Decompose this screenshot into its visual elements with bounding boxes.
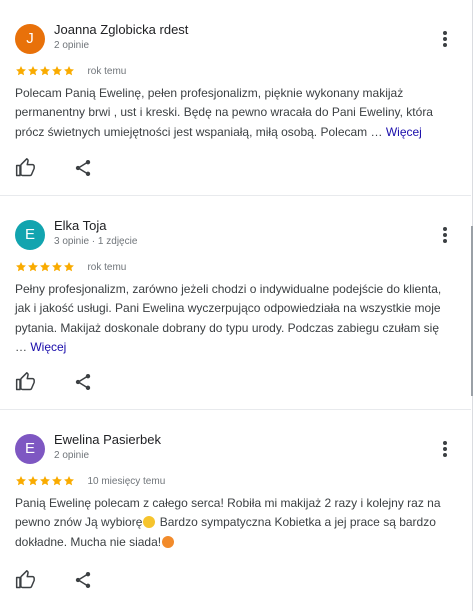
avatar[interactable]: J: [15, 24, 45, 54]
star-icon: [40, 65, 50, 76]
review-date: rok temu: [87, 65, 127, 77]
star-icon: [52, 261, 62, 272]
star-rating: [15, 62, 75, 80]
review-body: Pełny profesjonalizm, zarówno jeżeli cho…: [15, 282, 442, 354]
review-date: rok temu: [87, 261, 127, 273]
thumbs-up-icon[interactable]: [15, 570, 35, 590]
smiling-face-emoji: [143, 516, 156, 529]
star-icon: [64, 261, 74, 272]
review-card: J Joanna Zglobicka rdest 2 opinie rok te…: [0, 0, 471, 196]
reviewer-name[interactable]: Elka Toja: [54, 218, 107, 233]
star-icon: [40, 261, 50, 272]
more-vertical-icon[interactable]: [438, 30, 452, 48]
reviewer-meta: 2 opinie: [54, 40, 90, 51]
share-icon[interactable]: [73, 570, 93, 590]
reviewer-meta: 2 opinie: [54, 450, 90, 461]
avatar[interactable]: E: [15, 220, 45, 250]
more-link[interactable]: Więcej: [30, 340, 66, 354]
reviewer-name[interactable]: Joanna Zglobicka rdest: [54, 22, 188, 37]
rating-row: rok temu: [15, 62, 127, 77]
more-link[interactable]: Więcej: [386, 125, 422, 139]
reviews-panel: J Joanna Zglobicka rdest 2 opinie rok te…: [0, 0, 473, 611]
star-icon: [40, 475, 50, 486]
more-vertical-icon[interactable]: [438, 226, 452, 244]
review-text: Pełny profesjonalizm, zarówno jeżeli cho…: [15, 280, 453, 357]
star-icon: [28, 475, 38, 486]
rating-row: rok temu: [15, 258, 127, 273]
star-icon: [28, 261, 38, 272]
more-vertical-icon[interactable]: [438, 440, 452, 458]
reviewer-meta: 3 opinie · 1 zdjęcie: [54, 236, 138, 247]
star-icon: [16, 261, 26, 272]
star-rating: [15, 258, 75, 276]
review-card: E Ewelina Pasierbek 2 opinie 10 miesięcy…: [0, 410, 471, 611]
reviewer-name[interactable]: Ewelina Pasierbek: [54, 432, 161, 447]
review-text: Panią Ewelinę polecam z całego serca! Ro…: [15, 494, 459, 552]
share-icon[interactable]: [73, 158, 93, 178]
star-icon: [64, 475, 74, 486]
share-icon[interactable]: [73, 372, 93, 392]
review-card: E Elka Toja 3 opinie · 1 zdjęcie rok tem…: [0, 196, 471, 410]
star-icon: [52, 475, 62, 486]
avatar[interactable]: E: [15, 434, 45, 464]
thumbs-up-icon[interactable]: [15, 372, 35, 392]
star-icon: [28, 65, 38, 76]
star-icon: [16, 475, 26, 486]
rating-row: 10 miesięcy temu: [15, 472, 166, 487]
review-text: Polecam Panią Ewelinę, pełen profesjonal…: [15, 84, 453, 142]
star-icon: [64, 65, 74, 76]
review-date: 10 miesięcy temu: [87, 475, 166, 487]
thumbs-up-icon[interactable]: [15, 158, 35, 178]
star-icon: [16, 65, 26, 76]
review-body: Polecam Panią Ewelinę, pełen profesjonal…: [15, 86, 433, 139]
star-rating: [15, 472, 75, 490]
star-icon: [52, 65, 62, 76]
face-blowing-kiss-emoji: [162, 535, 175, 548]
